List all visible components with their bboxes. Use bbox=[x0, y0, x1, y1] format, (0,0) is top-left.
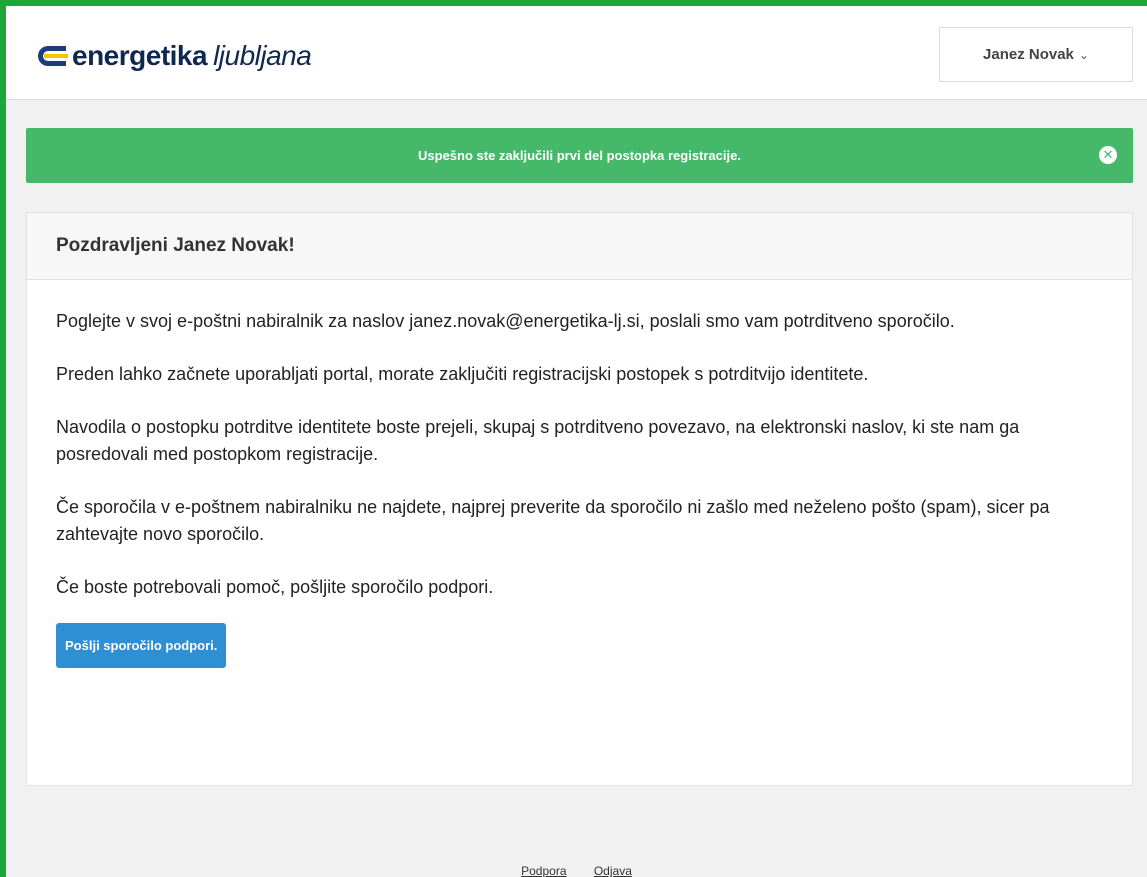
welcome-card: Pozdravljeni Janez Novak! Poglejte v svo… bbox=[26, 212, 1133, 786]
paragraph-check-inbox: Poglejte v svoj e-poštni nabiralnik za n… bbox=[56, 311, 955, 331]
card-body: Poglejte v svoj e-poštni nabiralnik za n… bbox=[27, 280, 1132, 668]
alert-message: Uspešno ste zaključili prvi del postopka… bbox=[418, 148, 741, 163]
paragraph-spam-notice: Če sporočila v e-poštnem nabiralniku ne … bbox=[56, 497, 1050, 544]
footer-link-podpora[interactable]: Podpora bbox=[521, 864, 566, 877]
card-title: Pozdravljeni Janez Novak! bbox=[56, 235, 295, 256]
send-support-message-button[interactable]: Pošlji sporočilo podpori. bbox=[56, 623, 227, 668]
paragraph-complete-registration: Preden lahko začnete uporabljati portal,… bbox=[56, 364, 869, 384]
close-icon[interactable]: ✕ bbox=[1099, 146, 1117, 164]
user-name: Janez Novak bbox=[983, 46, 1074, 63]
card-header: Pozdravljeni Janez Novak! bbox=[27, 213, 1132, 280]
logo[interactable]: energetika ljubljana bbox=[26, 40, 312, 72]
logo-text-bold: energetika bbox=[72, 40, 208, 71]
footer: Podpora Odjava bbox=[6, 864, 1147, 877]
header: energetika ljubljana Janez Novak ⌄ bbox=[6, 6, 1147, 100]
paragraph-instructions: Navodila o postopku potrditve identitete… bbox=[56, 417, 1020, 464]
chevron-down-icon: ⌄ bbox=[1078, 47, 1089, 62]
user-menu-button[interactable]: Janez Novak ⌄ bbox=[939, 27, 1133, 82]
logo-text-light: ljubljana bbox=[213, 40, 312, 71]
energetika-logo-icon bbox=[38, 46, 68, 66]
app-frame: energetika ljubljana Janez Novak ⌄ Uspeš… bbox=[6, 6, 1147, 877]
footer-link-odjava[interactable]: Odjava bbox=[594, 864, 632, 877]
success-alert: Uspešno ste zaključili prvi del postopka… bbox=[26, 128, 1133, 183]
paragraph-help: Če boste potrebovali pomoč, pošljite spo… bbox=[56, 577, 494, 597]
